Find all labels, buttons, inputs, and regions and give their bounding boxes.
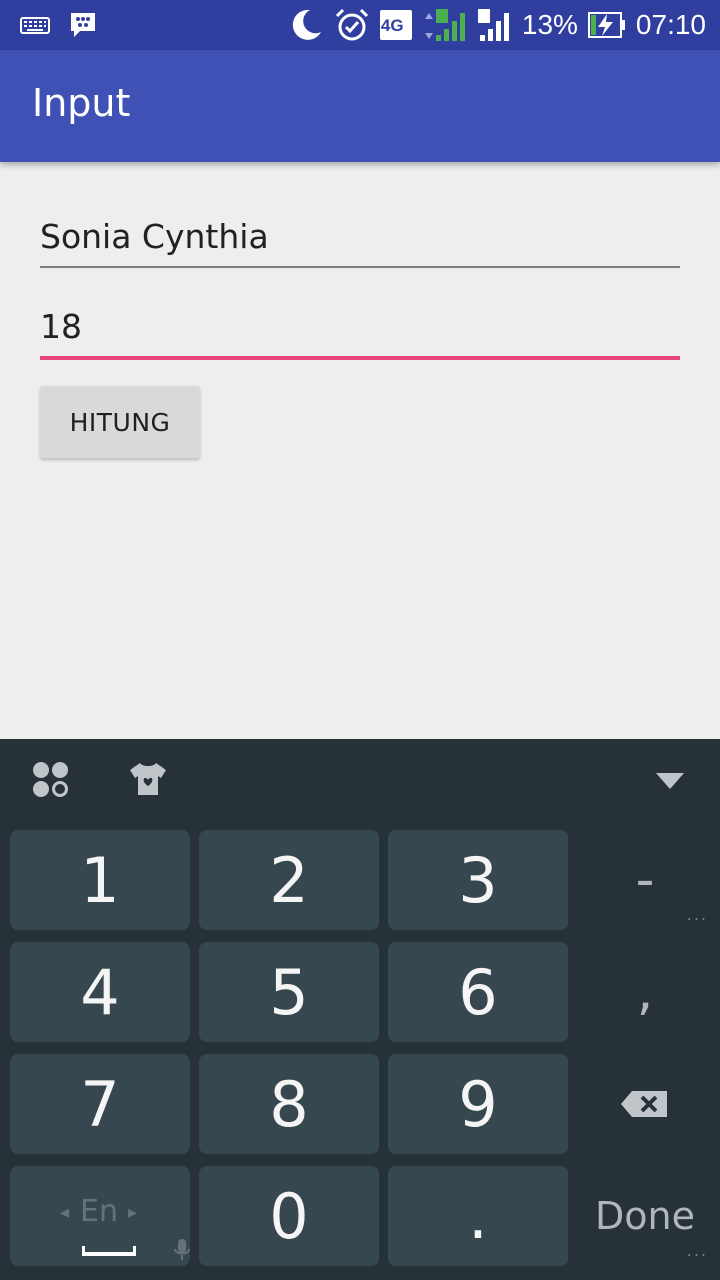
name-input[interactable]: Sonia Cynthia: [40, 214, 680, 268]
moon-icon: [292, 9, 321, 40]
keyboard-toolbar: [0, 739, 720, 823]
battery-percentage: 13%: [521, 9, 578, 40]
key-language-space[interactable]: ◂ En ▸: [10, 1166, 190, 1266]
key-4[interactable]: 4: [10, 942, 190, 1042]
age-input-value: 18: [40, 307, 82, 346]
apps-icon[interactable]: [32, 761, 70, 799]
network-type: 4G: [380, 16, 404, 35]
spacebar-icon: [82, 1246, 136, 1256]
backspace-icon: [621, 1091, 667, 1117]
hide-keyboard-icon[interactable]: [654, 771, 686, 791]
key-7[interactable]: 7: [10, 1054, 190, 1154]
key-comma-label: ,: [636, 962, 654, 1022]
numeric-keyboard: 1 2 3 - ... 4 5 6 , 7 8 9 ◂ En ▸ 0 . Don…: [0, 739, 720, 1280]
key-backspace[interactable]: [570, 1054, 720, 1154]
theme-shirt-icon[interactable]: [128, 761, 168, 797]
age-input[interactable]: 18: [40, 304, 680, 360]
hitung-button[interactable]: HITUNG: [40, 386, 200, 458]
key-done[interactable]: Done ...: [570, 1166, 720, 1266]
clock: 07:10: [635, 9, 706, 40]
page-title: Input: [32, 81, 131, 125]
mic-icon: [174, 1239, 190, 1260]
bbm-icon: [71, 13, 95, 37]
key-done-label: Done: [595, 1194, 695, 1238]
key-2[interactable]: 2: [199, 830, 379, 930]
key-done-more: ...: [686, 1241, 708, 1260]
signal-sim1-icon: [424, 9, 465, 41]
key-minus-more: ...: [686, 905, 708, 924]
battery-charging-icon: [587, 12, 625, 38]
app-bar: Input: [0, 50, 720, 162]
alarm-icon: [335, 8, 368, 41]
lang-left-arrow-icon: ◂: [60, 1202, 70, 1223]
key-comma[interactable]: ,: [570, 942, 720, 1042]
key-5[interactable]: 5: [199, 942, 379, 1042]
key-9[interactable]: 9: [388, 1054, 568, 1154]
key-minus[interactable]: - ...: [570, 830, 720, 930]
name-input-value: Sonia Cynthia: [40, 217, 269, 256]
keyboard-icon: [20, 17, 50, 34]
lang-right-arrow-icon: ▸: [128, 1202, 138, 1223]
key-minus-label: -: [635, 850, 655, 910]
key-6[interactable]: 6: [388, 942, 568, 1042]
language-label: En: [80, 1194, 118, 1229]
network-4g-icon: 4G: [379, 10, 412, 40]
signal-sim2-icon: [477, 9, 509, 41]
key-dot[interactable]: .: [388, 1166, 568, 1266]
key-1[interactable]: 1: [10, 830, 190, 930]
status-bar: 4G 13% 07:10: [0, 0, 720, 50]
key-3[interactable]: 3: [388, 830, 568, 930]
key-8[interactable]: 8: [199, 1054, 379, 1154]
key-0[interactable]: 0: [199, 1166, 379, 1266]
